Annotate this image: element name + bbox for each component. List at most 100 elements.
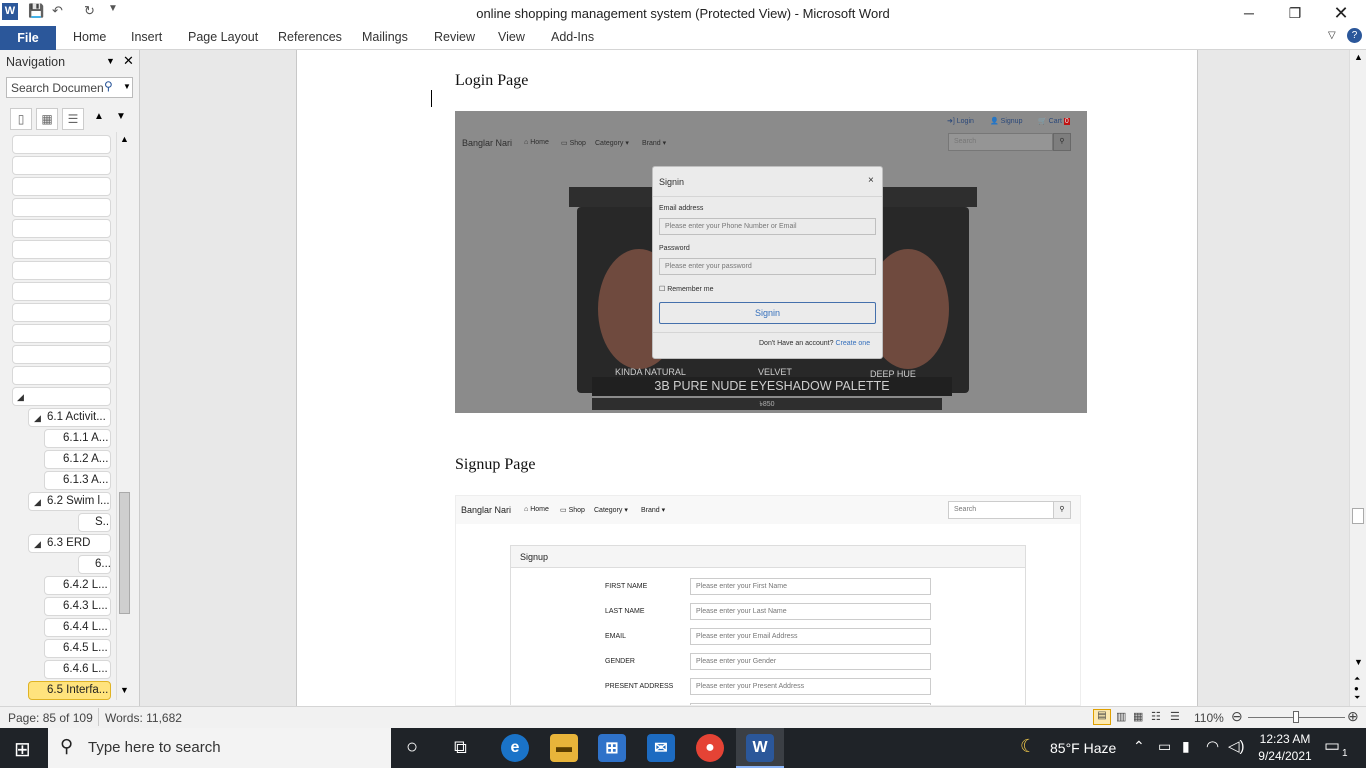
- scroll-down-icon[interactable]: ▼: [120, 685, 129, 695]
- zoom-in-icon[interactable]: ⊕: [1347, 708, 1359, 725]
- file-explorer-icon[interactable]: ▬: [550, 734, 578, 762]
- zoom-level[interactable]: 110%: [1194, 711, 1224, 725]
- zoom-out-icon[interactable]: ⊖: [1231, 708, 1243, 725]
- draft-icon[interactable]: ☰: [1170, 710, 1180, 723]
- tab-insert[interactable]: Insert: [131, 30, 162, 44]
- nav-heading-node[interactable]: ◢ 6.3 ERD: [28, 534, 111, 553]
- nav-heading-node[interactable]: 6.4.3 L...: [44, 597, 111, 616]
- nav-heading-node[interactable]: 6.1.1 A...: [44, 429, 111, 448]
- weather-text[interactable]: 85°F Haze: [1050, 740, 1116, 756]
- nav-heading-node[interactable]: 6.4.6 L...: [44, 660, 111, 679]
- store-icon[interactable]: ⊞: [598, 734, 626, 762]
- nav-heading-node[interactable]: [12, 261, 111, 280]
- nav-heading-node[interactable]: 6.4.5 L...: [44, 639, 111, 658]
- chrome-icon[interactable]: ●: [696, 734, 724, 762]
- cortana-icon[interactable]: ○: [406, 736, 418, 759]
- nav-heading-node-selected[interactable]: 6.5 Interfa...: [28, 681, 111, 700]
- mail-icon[interactable]: ✉: [647, 734, 675, 762]
- search-dropdown-icon[interactable]: ▼: [123, 82, 131, 91]
- clock-time[interactable]: 12:23 AM: [1255, 732, 1315, 746]
- nav-heading-node[interactable]: [12, 282, 111, 301]
- collapse-triangle-icon[interactable]: ◢: [34, 497, 41, 508]
- taskbar-search[interactable]: ⚲ Type here to search: [48, 728, 391, 768]
- meet-now-icon[interactable]: ▭: [1158, 738, 1171, 755]
- previous-page-icon[interactable]: ⏶: [1354, 674, 1360, 684]
- nav-heading-node[interactable]: 6.4.2 L...: [44, 576, 111, 595]
- ribbon-collapse-icon[interactable]: ▽: [1328, 30, 1336, 41]
- web-layout-icon[interactable]: ▦: [1133, 710, 1143, 723]
- word-icon[interactable]: W: [746, 734, 774, 762]
- clock-date[interactable]: 9/24/2021: [1253, 749, 1317, 763]
- start-windows-icon[interactable]: ⊞: [14, 737, 31, 762]
- nav-heading-node[interactable]: [12, 156, 111, 175]
- edge-icon[interactable]: e: [501, 734, 529, 762]
- weather-icon[interactable]: ☾: [1020, 736, 1036, 757]
- wifi-icon[interactable]: ◠: [1206, 737, 1219, 755]
- nav-heading-node[interactable]: [12, 366, 111, 385]
- page-count[interactable]: Page: 85 of 109: [8, 711, 93, 725]
- nav-heading-node[interactable]: [12, 240, 111, 259]
- collapse-triangle-icon[interactable]: ◢: [34, 413, 41, 424]
- tab-file[interactable]: File: [0, 26, 56, 50]
- restore-button[interactable]: ❐: [1272, 0, 1318, 26]
- previous-heading-icon[interactable]: ▲: [94, 111, 104, 122]
- nav-heading-node[interactable]: [12, 177, 111, 196]
- next-page-icon[interactable]: ⏷: [1354, 693, 1360, 703]
- battery-icon[interactable]: ▮: [1182, 738, 1190, 755]
- nav-heading-node[interactable]: ◢: [12, 387, 111, 406]
- nav-search-input[interactable]: Search Documen: [6, 77, 133, 98]
- nav-heading-node[interactable]: S...: [78, 513, 111, 532]
- next-heading-icon[interactable]: ▼: [116, 111, 126, 122]
- zoom-slider-thumb[interactable]: [1293, 711, 1299, 723]
- nav-heading-node[interactable]: ◢ 6.1 Activit...: [28, 408, 111, 427]
- nav-heading-node[interactable]: 6...: [78, 555, 111, 574]
- nav-heading-node[interactable]: ◢ 6.2 Swim l...: [28, 492, 111, 511]
- scroll-thumb[interactable]: [1352, 508, 1364, 524]
- tab-view[interactable]: View: [498, 30, 525, 44]
- help-icon[interactable]: ?: [1347, 28, 1362, 43]
- tab-home[interactable]: Home: [73, 30, 106, 44]
- close-button[interactable]: ✕: [1318, 0, 1364, 26]
- document-scrollbar[interactable]: ▲ ▼ ⏶ ● ⏷: [1349, 50, 1366, 706]
- tab-review[interactable]: Review: [434, 30, 475, 44]
- volume-icon[interactable]: ◁): [1228, 737, 1245, 755]
- scroll-down-icon[interactable]: ▼: [1354, 657, 1363, 667]
- nav-options-icon[interactable]: ▼: [106, 56, 115, 66]
- minimize-button[interactable]: ─: [1226, 0, 1272, 26]
- nav-heading-node[interactable]: [12, 345, 111, 364]
- nav-heading-node[interactable]: [12, 135, 111, 154]
- pages-view-icon[interactable]: ▦: [36, 108, 58, 130]
- headings-view-icon[interactable]: ▯: [10, 108, 32, 130]
- scroll-up-icon[interactable]: ▲: [1354, 52, 1363, 62]
- nav-heading-node[interactable]: [12, 303, 111, 322]
- tab-references[interactable]: References: [278, 30, 342, 44]
- results-view-icon[interactable]: ☰: [62, 108, 84, 130]
- collapse-triangle-icon[interactable]: ◢: [34, 539, 41, 550]
- nav-heading-node[interactable]: 6.1.2 A...: [44, 450, 111, 469]
- nav-heading-node[interactable]: 6.4.4 L...: [44, 618, 111, 637]
- print-layout-icon[interactable]: ▤: [1093, 709, 1111, 725]
- search-icon[interactable]: ⚲: [104, 79, 113, 93]
- nav-heading-label: 6.1.1 A...: [63, 432, 109, 444]
- full-screen-reading-icon[interactable]: ▥: [1116, 710, 1126, 723]
- collapse-triangle-icon[interactable]: ◢: [17, 392, 24, 403]
- notifications-icon[interactable]: ▭: [1324, 736, 1340, 756]
- nav-scroll-thumb[interactable]: [119, 492, 130, 614]
- nav-heading-node[interactable]: 6.1.3 A...: [44, 471, 111, 490]
- nav-heading-node[interactable]: [12, 198, 111, 217]
- nav-heading-node[interactable]: [12, 219, 111, 238]
- select-browse-object-icon[interactable]: ●: [1354, 684, 1359, 693]
- nav-heading-node[interactable]: [12, 324, 111, 343]
- signup-card-title: Signup: [520, 552, 549, 562]
- show-hidden-icons-icon[interactable]: ⌃: [1133, 738, 1145, 755]
- tab-mailings[interactable]: Mailings: [362, 30, 408, 44]
- nav-shop: ▭ Shop: [561, 140, 586, 147]
- word-count[interactable]: Words: 11,682: [105, 711, 182, 725]
- tab-add-ins[interactable]: Add-Ins: [551, 30, 594, 44]
- outline-icon[interactable]: ☷: [1151, 710, 1161, 723]
- scroll-up-icon[interactable]: ▲: [120, 134, 129, 144]
- nav-close-icon[interactable]: ✕: [123, 53, 134, 69]
- tab-page-layout[interactable]: Page Layout: [188, 30, 258, 44]
- task-view-icon[interactable]: ⧉: [454, 737, 467, 758]
- nav-scrollbar[interactable]: ▲ ▼: [116, 132, 132, 700]
